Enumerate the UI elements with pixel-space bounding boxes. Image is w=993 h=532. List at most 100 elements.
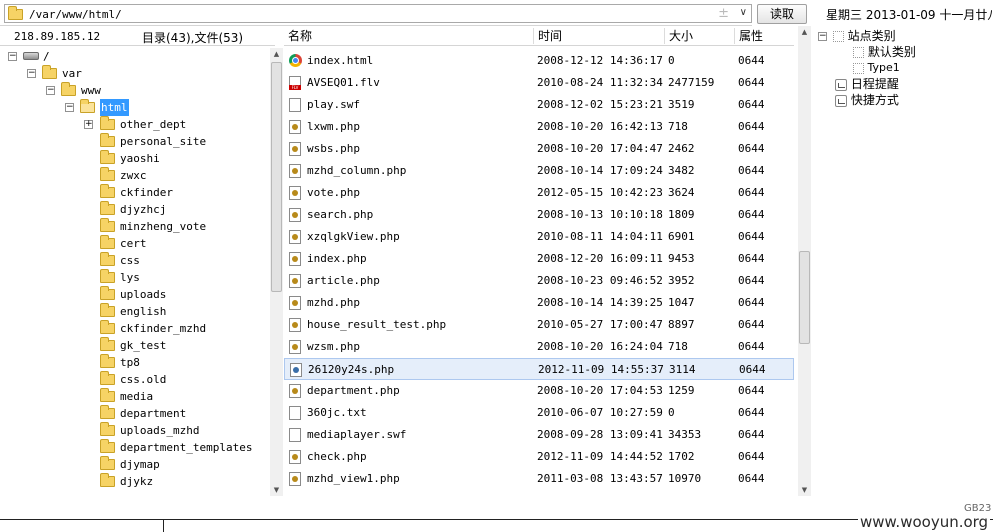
file-time: 2008-10-20 17:04:47 [537, 142, 663, 155]
file-row[interactable]: wzsm.php 2008-10-20 16:24:04 718 0644 [284, 336, 794, 358]
column-header-name[interactable]: 名称 [288, 28, 312, 44]
shortcuts-label: 快捷方式 [850, 93, 899, 107]
file-row[interactable]: index.html 2008-12-12 14:36:17 0 0644 [284, 50, 794, 72]
file-row[interactable]: check.php 2012-11-09 14:44:52 1702 0644 [284, 446, 794, 468]
file-name: mzhd.php [307, 296, 360, 309]
scroll-up-icon[interactable]: ▲ [798, 26, 811, 38]
file-name: mediaplayer.swf [307, 428, 407, 441]
schedule-reminder-item[interactable]: 日程提醒 [835, 76, 899, 92]
shortcuts-item[interactable]: 快捷方式 [835, 92, 899, 108]
scroll-down-icon[interactable]: ▼ [798, 484, 811, 496]
file-attr: 0644 [738, 384, 765, 397]
tree-scrollbar[interactable]: ▲ ▼ [270, 48, 283, 496]
collapse-icon[interactable]: − [65, 103, 74, 112]
file-row[interactable]: mediaplayer.swf 2008-09-28 13:09:41 34353 0… [284, 424, 794, 446]
tree-node[interactable]: djyzhcj [0, 201, 270, 218]
collapse-icon[interactable]: − [818, 32, 827, 41]
column-header-attr[interactable]: 属性 [739, 28, 763, 44]
site-category-node[interactable]: − 站点类别 [818, 28, 896, 44]
tree-node[interactable]: − www [0, 82, 270, 99]
php-file-icon [289, 186, 301, 200]
column-header-size[interactable]: 大小 [669, 28, 693, 44]
tree-node[interactable]: css.old [0, 371, 270, 388]
file-size: 9453 [668, 252, 695, 265]
file-list-scrollbar[interactable]: ▲ ▼ [798, 26, 811, 496]
tree-node[interactable]: department [0, 405, 270, 422]
collapse-icon[interactable]: − [46, 86, 55, 95]
file-row[interactable]: search.php 2008-10-13 10:10:18 1809 0644 [284, 204, 794, 226]
column-header-time[interactable]: 时间 [538, 28, 562, 44]
php-file-icon [289, 472, 301, 486]
folder-icon [100, 167, 115, 181]
tree-node[interactable]: uploads [0, 286, 270, 303]
file-row[interactable]: mzhd_view1.php 2011-03-08 13:43:57 10970 06… [284, 468, 794, 490]
file-list-scrollbar-thumb[interactable] [799, 251, 810, 344]
php-file-icon [289, 340, 301, 354]
checkbox-icon[interactable] [853, 62, 864, 74]
tree-node[interactable]: − var [0, 65, 270, 82]
expand-icon[interactable]: + [84, 120, 93, 129]
tree-node-label: media [120, 390, 154, 403]
tree-node-label: lys [120, 271, 140, 284]
tree-node[interactable]: lys [0, 269, 270, 286]
file-row[interactable]: AVSEQ01.flv 2010-08-24 11:32:34 2477159 064… [284, 72, 794, 94]
file-row[interactable]: 26120y24s.php 2012-11-09 14:55:37 3114 0644 [284, 358, 794, 380]
tree-node[interactable]: minzheng_vote [0, 218, 270, 235]
tree-node[interactable]: zwxc [0, 167, 270, 184]
tree-node[interactable]: tp8 [0, 354, 270, 371]
tree-node[interactable]: media [0, 388, 270, 405]
tree-node[interactable]: english [0, 303, 270, 320]
file-name: index.php [307, 252, 367, 265]
file-attr: 0644 [738, 252, 765, 265]
tree-node[interactable]: − / [0, 48, 270, 65]
tree-node[interactable]: ckfinder [0, 184, 270, 201]
folder-icon [100, 184, 115, 198]
tree-node[interactable]: djykz [0, 473, 270, 490]
tree-node[interactable]: ckfinder_mzhd [0, 320, 270, 337]
checkbox-icon[interactable] [832, 31, 844, 42]
file-attr: 0644 [738, 340, 765, 353]
file-row[interactable]: house_result_test.php 2010-05-27 17:00:47… [284, 314, 794, 336]
tree-node[interactable]: yaoshi [0, 150, 270, 167]
read-button[interactable]: 读取 [757, 4, 807, 24]
file-row[interactable]: mzhd.php 2008-10-14 14:39:25 1047 0644 [284, 292, 794, 314]
php-file-icon [289, 142, 301, 156]
collapse-icon[interactable]: − [27, 69, 36, 78]
tree-node[interactable]: gk_test [0, 337, 270, 354]
schedule-reminder-label: 日程提醒 [850, 77, 899, 91]
tree-node[interactable]: uploads_mzhd [0, 422, 270, 439]
type1-item[interactable]: Type1 [853, 60, 900, 76]
file-row[interactable]: wsbs.php 2008-10-20 17:04:47 2462 0644 [284, 138, 794, 160]
tree-scrollbar-thumb[interactable] [271, 62, 282, 292]
default-category-item[interactable]: 默认类别 [853, 44, 916, 60]
file-row[interactable]: mzhd_column.php 2008-10-14 17:09:24 3482 06… [284, 160, 794, 182]
file-row[interactable]: index.php 2008-12-20 16:09:11 9453 0644 [284, 248, 794, 270]
tree-node[interactable]: personal_site [0, 133, 270, 150]
file-row[interactable]: 360jc.txt 2010-06-07 10:27:59 0 0644 [284, 402, 794, 424]
file-row[interactable]: lxwm.php 2008-10-20 16:42:13 718 0644 [284, 116, 794, 138]
file-row[interactable]: xzqlgkView.php 2010-08-11 14:04:11 6901 064… [284, 226, 794, 248]
file-row[interactable]: article.php 2008-10-23 09:46:52 3952 0644 [284, 270, 794, 292]
folder-icon [100, 116, 115, 130]
plus-icon[interactable]: ± [718, 6, 729, 21]
file-row[interactable]: play.swf 2008-12-02 15:23:21 3519 0644 [284, 94, 794, 116]
chevron-down-icon[interactable]: ∨ [740, 7, 747, 18]
tree-node[interactable]: djymap [0, 456, 270, 473]
tree-node[interactable]: + other_dept [0, 116, 270, 133]
file-row[interactable]: vote.php 2012-05-15 10:42:23 3624 0644 [284, 182, 794, 204]
scroll-down-icon[interactable]: ▼ [270, 484, 283, 496]
folder-icon [100, 252, 115, 266]
tree-node[interactable]: css [0, 252, 270, 269]
collapse-icon[interactable]: − [8, 52, 17, 61]
scroll-up-icon[interactable]: ▲ [270, 48, 283, 60]
checkbox-icon[interactable] [853, 47, 864, 58]
tree-node[interactable]: cert [0, 235, 270, 252]
tree-node[interactable]: − html [0, 99, 270, 116]
path-input[interactable]: /var/www/html/ ± ∨ [4, 4, 752, 23]
date-display: 星期三 2013-01-09 十一月廿八 [826, 8, 993, 22]
directory-tree: − / − var − www − html + other_dept personal_site y… [0, 48, 270, 496]
file-row[interactable]: department.php 2008-10-20 17:04:53 1259 064… [284, 380, 794, 402]
php-file-icon [290, 363, 302, 377]
tree-node[interactable]: department_templates [0, 439, 270, 456]
site-category-label: 站点类别 [847, 29, 896, 43]
